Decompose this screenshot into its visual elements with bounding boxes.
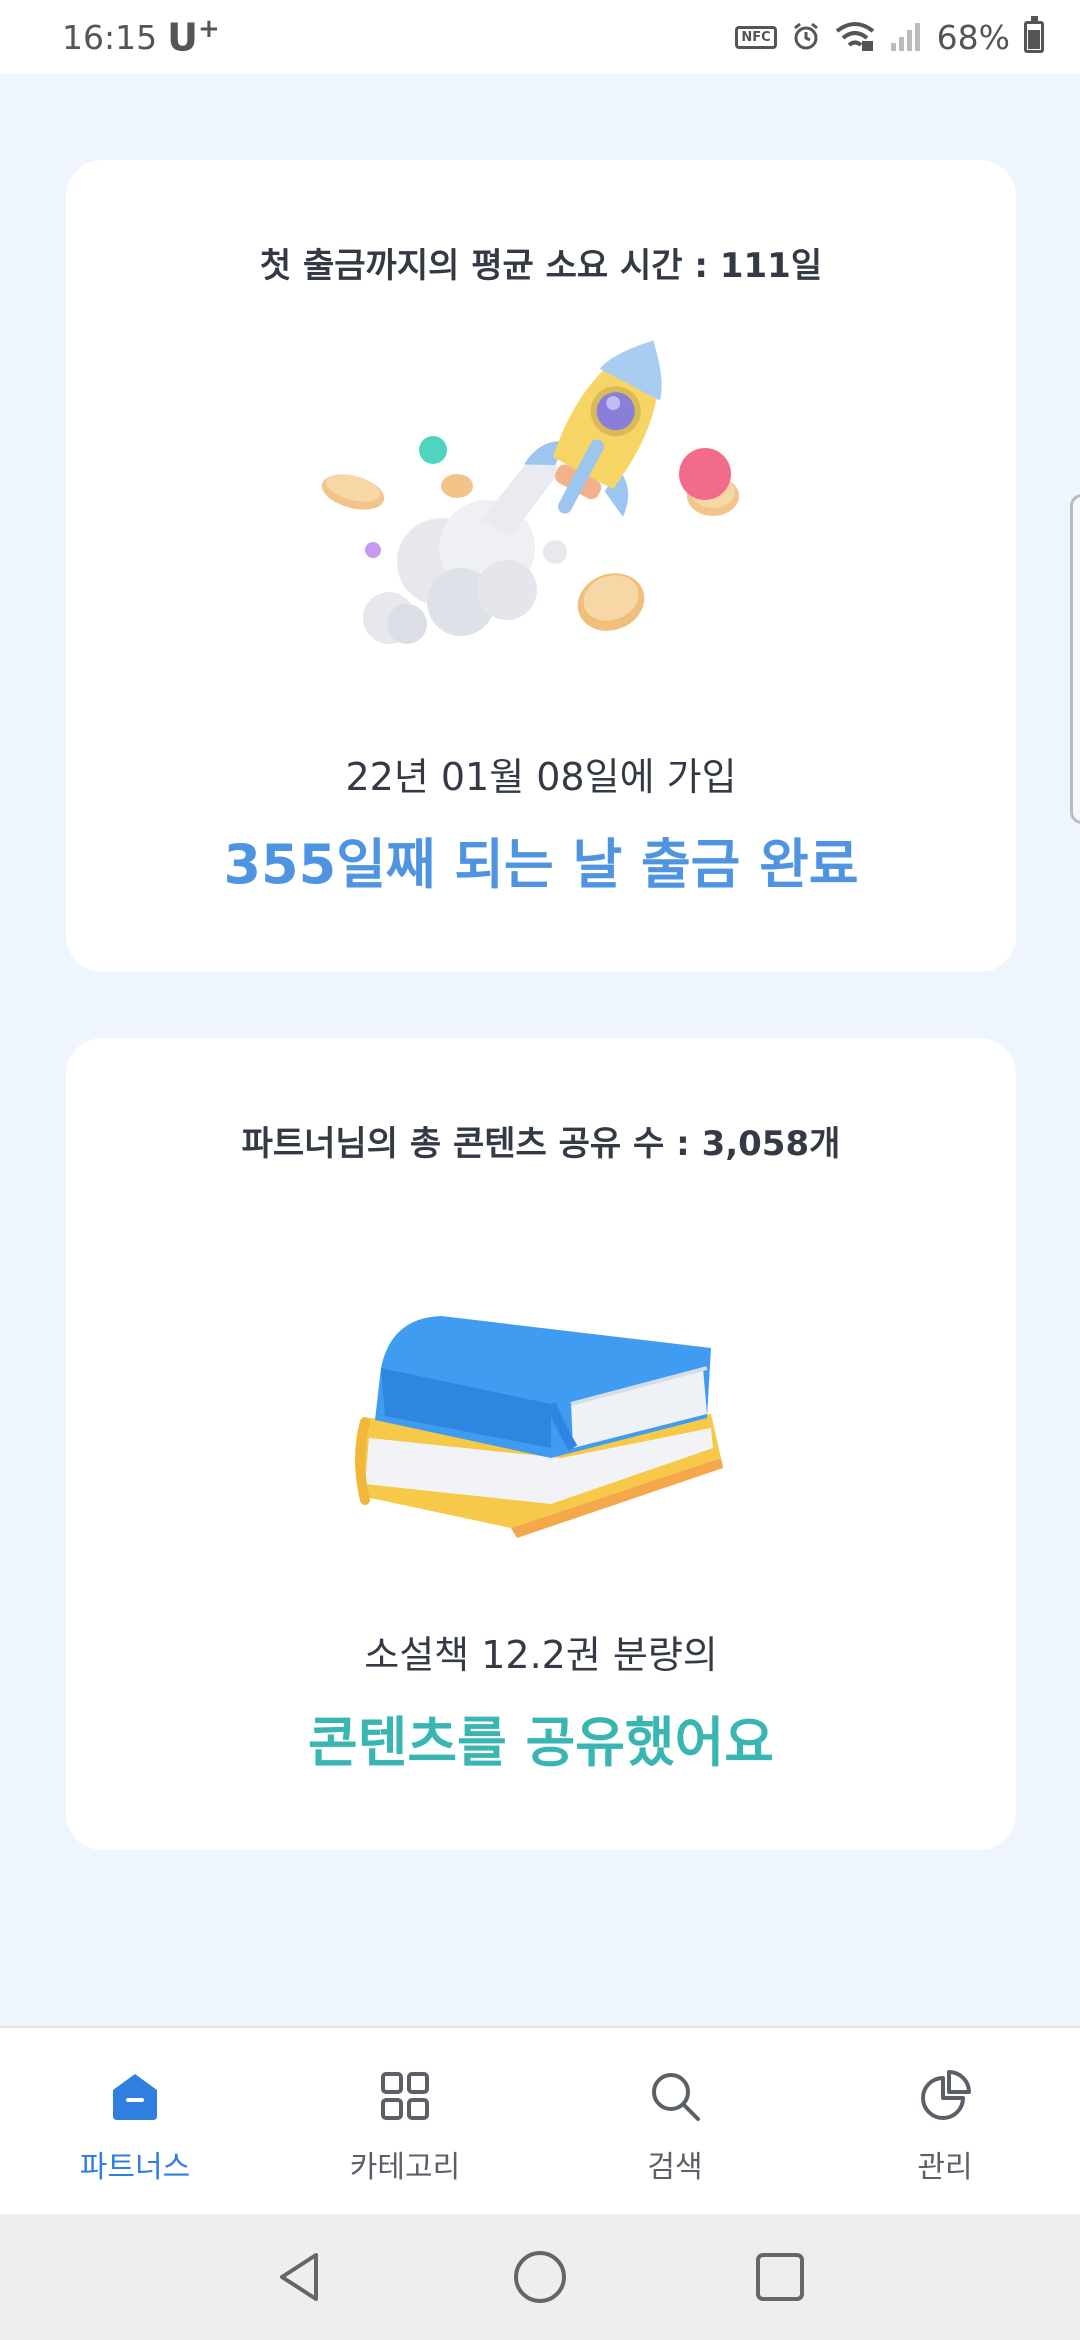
home-icon bbox=[113, 2074, 157, 2120]
grid-icon bbox=[381, 2072, 429, 2120]
clock: 16:15 bbox=[62, 17, 158, 57]
tab-label-search: 검색 bbox=[647, 2150, 703, 2185]
back-icon[interactable] bbox=[270, 2247, 330, 2307]
tab-search[interactable]: 검색 bbox=[540, 2028, 810, 2214]
tab-partners[interactable]: 파트너스 bbox=[0, 2028, 270, 2214]
battery-icon bbox=[1024, 16, 1044, 53]
carrier-name: U bbox=[167, 15, 198, 60]
main-content[interactable]: 첫 출금까지의 평균 소요 시간 : 111일 22년 01월 08일에 가입 … bbox=[0, 74, 1080, 2026]
signal-icon bbox=[890, 23, 920, 51]
joined-date-text: 22년 01월 08일에 가입 bbox=[345, 755, 737, 799]
payout-card: 첫 출금까지의 평균 소요 시간 : 111일 22년 01월 08일에 가입 … bbox=[66, 160, 1016, 972]
alarm-icon bbox=[793, 22, 818, 50]
status-right: NFC 68% bbox=[735, 16, 1044, 57]
tab-label-partners: 파트너스 bbox=[79, 2150, 191, 2185]
tab-category[interactable]: 카테고리 bbox=[270, 2028, 540, 2214]
shares-title: 파트너님의 총 콘텐츠 공유 수 : 3,058개 bbox=[241, 1124, 841, 1164]
pie-chart-icon bbox=[921, 2070, 971, 2120]
bottom-tab-bar: 파트너스 카테고리 검색 관리 bbox=[0, 2026, 1080, 2214]
status-bar: 16:15 U+ NFC 68% bbox=[0, 0, 1080, 74]
payout-title: 첫 출금까지의 평균 소요 시간 : 111일 bbox=[259, 246, 823, 286]
system-nav-bar bbox=[0, 2214, 1080, 2340]
wifi-icon bbox=[835, 22, 874, 51]
shares-card: 파트너님의 총 콘텐츠 공유 수 : 3,058개 소설책 12.2권 분량의 … bbox=[66, 1038, 1016, 1850]
nfc-icon: NFC bbox=[735, 25, 777, 49]
rocket-illustration bbox=[321, 340, 739, 644]
search-icon bbox=[652, 2073, 700, 2121]
battery-percent: 68% bbox=[936, 17, 1010, 57]
recents-icon[interactable] bbox=[750, 2247, 810, 2307]
home-circle-icon[interactable] bbox=[510, 2247, 570, 2307]
edge-panel-handle[interactable] bbox=[1070, 494, 1080, 824]
carrier-plus: + bbox=[197, 14, 220, 45]
tab-label-category: 카테고리 bbox=[349, 2150, 461, 2185]
carrier-logo: U+ bbox=[167, 14, 220, 60]
tab-label-manage: 관리 bbox=[917, 2150, 973, 2185]
shares-highlight: 콘텐츠를 공유했어요 bbox=[308, 1711, 774, 1774]
tab-manage[interactable]: 관리 bbox=[810, 2028, 1080, 2214]
payout-highlight: 355일째 되는 날 출금 완료 bbox=[223, 833, 859, 896]
status-left: 16:15 U+ bbox=[62, 14, 220, 60]
novel-count-text: 소설책 12.2권 분량의 bbox=[364, 1633, 718, 1677]
books-illustration bbox=[355, 1316, 723, 1538]
